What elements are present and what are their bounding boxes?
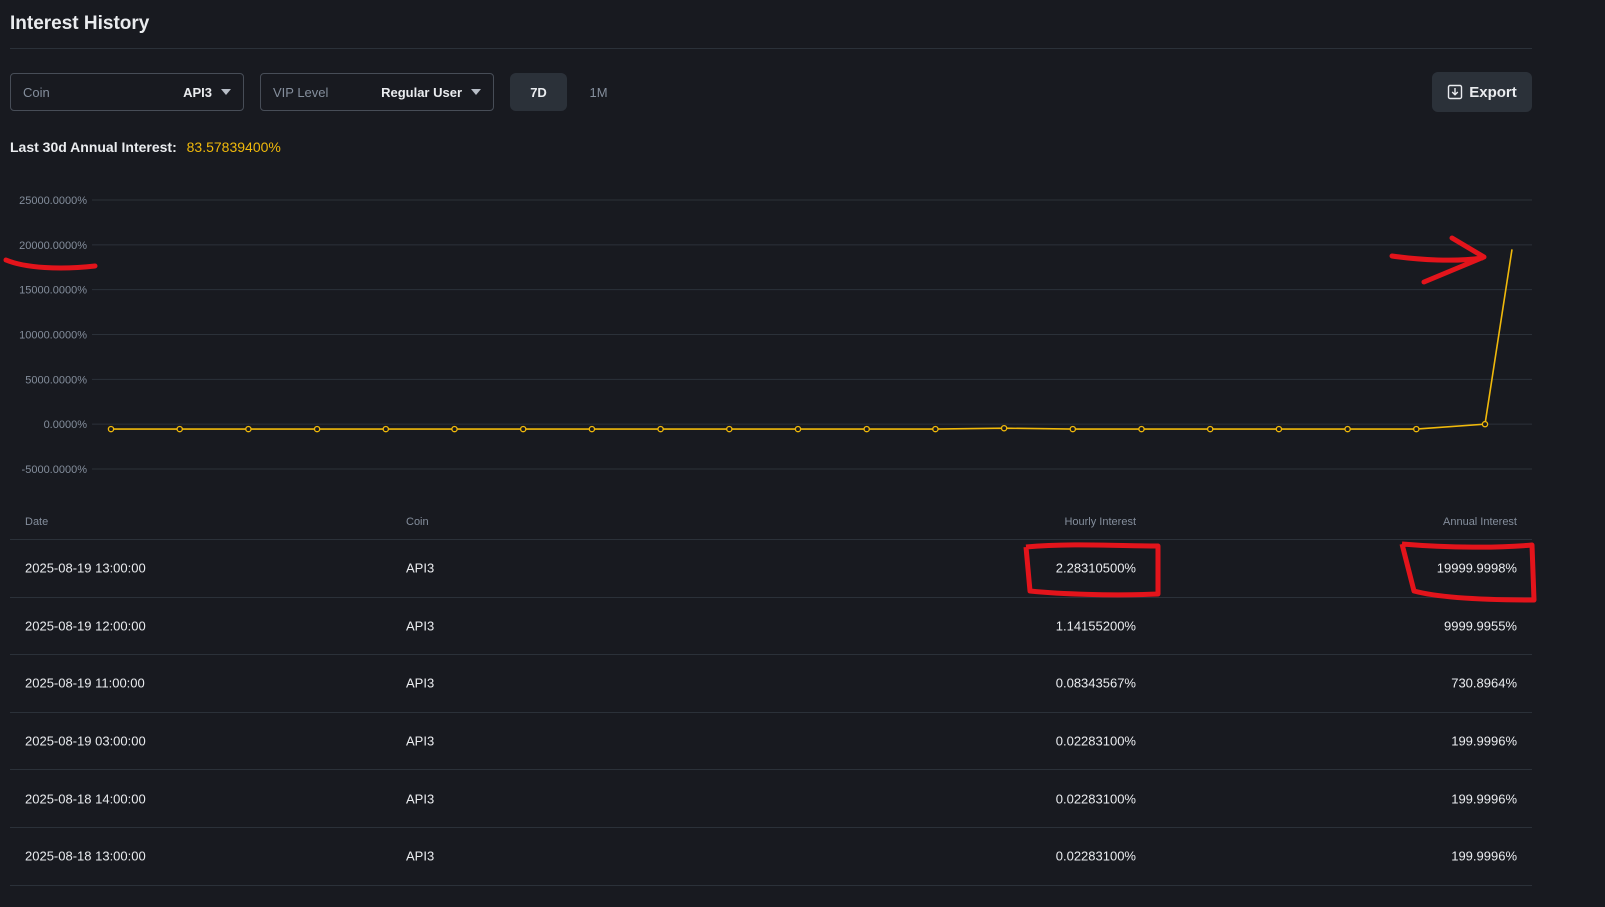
cell-coin: API3 (406, 675, 435, 691)
cell-coin: API3 (406, 733, 435, 749)
interest-table: Date Coin Hourly Interest Annual Interes… (10, 505, 1532, 886)
chart-data-point[interactable] (1481, 420, 1489, 428)
vip-level-value: Regular User (381, 84, 462, 100)
cell-annual-interest: 199.9996% (1451, 848, 1517, 864)
chart-series-line (111, 249, 1513, 430)
summary-value: 83.57839400% (186, 139, 281, 155)
chart-data-point[interactable] (1000, 424, 1008, 432)
cell-annual-interest: 199.9996% (1451, 791, 1517, 807)
cell-date: 2025-08-19 13:00:00 (25, 560, 146, 576)
y-axis-tick-label: -5000.0000% (22, 464, 88, 476)
cell-annual-interest: 9999.9955% (1443, 618, 1517, 634)
chart-data-point[interactable] (932, 425, 939, 433)
y-axis-tick-label: 5000.0000% (25, 374, 87, 386)
chart-data-point[interactable] (1344, 425, 1351, 433)
cell-coin: API3 (406, 848, 435, 864)
page-title: Interest History (10, 13, 150, 34)
chart-data-point[interactable] (176, 425, 183, 433)
export-icon (1448, 84, 1463, 100)
cell-coin: API3 (406, 791, 435, 807)
table-row: 2025-08-18 13:00:00 API3 0.02283100% 199… (10, 828, 1532, 886)
chart-data-point[interactable] (519, 425, 527, 433)
chart-data-point[interactable] (451, 425, 458, 433)
chart-data-point[interactable] (1413, 425, 1420, 433)
cell-hourly-interest: 0.08343567% (1055, 675, 1136, 691)
caret-down-icon (471, 89, 481, 95)
chart-data-point[interactable] (794, 425, 802, 433)
chart-data-point[interactable] (657, 425, 664, 433)
title-divider (10, 48, 1532, 49)
chart-data-point[interactable] (107, 425, 115, 433)
chart-data-point[interactable] (313, 425, 321, 433)
chart-data-point[interactable] (245, 425, 252, 433)
y-axis-tick-label: 15000.0000% (19, 285, 87, 297)
table-row: 2025-08-19 13:00:00 API3 2.28310500% 199… (10, 540, 1532, 598)
cell-coin: API3 (406, 618, 435, 634)
column-header-hourly-interest: Hourly Interest (1064, 516, 1136, 528)
table-row: 2025-08-19 12:00:00 API3 1.14155200% 999… (10, 598, 1532, 656)
range-1m-button[interactable]: 1M (570, 73, 627, 111)
chart-data-point[interactable] (1275, 425, 1283, 433)
cell-date: 2025-08-18 13:00:00 (25, 848, 146, 864)
chart-data-point[interactable] (382, 425, 390, 433)
cell-hourly-interest: 0.02283100% (1055, 848, 1136, 864)
interest-chart-svg: 25000.0000% 20000.0000% 15000.0000% 10000.0… (19, 195, 1532, 476)
table-row: 2025-08-19 03:00:00 API3 0.02283100% 199… (10, 713, 1532, 771)
cell-date: 2025-08-19 12:00:00 (25, 618, 146, 634)
cell-date: 2025-08-19 11:00:00 (25, 675, 145, 691)
chart-data-point[interactable] (1206, 425, 1214, 433)
range-7d-button[interactable]: 7D (510, 73, 567, 111)
cell-annual-interest: 199.9996% (1451, 733, 1517, 749)
table-row: 2025-08-19 11:00:00 API3 0.08343567% 730… (10, 655, 1532, 713)
cell-annual-interest: 19999.9998% (1436, 560, 1517, 576)
interest-chart: 25000.0000% 20000.0000% 15000.0000% 10000.0… (0, 180, 1605, 490)
chart-data-point[interactable] (726, 425, 733, 433)
annual-interest-summary: Last 30d Annual Interest: 83.57839400% (10, 139, 281, 155)
cell-date: 2025-08-19 03:00:00 (25, 733, 146, 749)
y-axis-tick-label: 0.0000% (44, 419, 88, 431)
y-axis-tick-label: 10000.0000% (19, 330, 87, 342)
cell-hourly-interest: 0.02283100% (1055, 733, 1136, 749)
cell-coin: API3 (406, 560, 435, 576)
y-axis-tick-label: 25000.0000% (19, 195, 87, 207)
y-axis-tick-label: 20000.0000% (19, 240, 87, 252)
table-header: Date Coin Hourly Interest Annual Interes… (10, 505, 1532, 540)
cell-hourly-interest: 2.28310500% (1055, 560, 1136, 576)
column-header-annual-interest: Annual Interest (1443, 516, 1517, 528)
chart-data-point[interactable] (588, 425, 596, 433)
vip-level-select[interactable]: VIP Level Regular User (260, 73, 494, 111)
coin-select-value: API3 (183, 84, 212, 100)
cell-annual-interest: 730.8964% (1451, 675, 1517, 691)
chart-data-point[interactable] (1069, 425, 1077, 433)
table-row: 2025-08-18 14:00:00 API3 0.02283100% 199… (10, 770, 1532, 828)
coin-select-label: Coin (23, 84, 50, 100)
caret-down-icon (221, 89, 231, 95)
vip-level-label: VIP Level (273, 84, 329, 100)
coin-select[interactable]: Coin API3 (10, 73, 244, 111)
column-header-date: Date (25, 516, 49, 528)
export-button[interactable]: Export (1432, 72, 1532, 112)
cell-hourly-interest: 0.02283100% (1055, 791, 1136, 807)
cell-date: 2025-08-18 14:00:00 (25, 791, 146, 807)
cell-hourly-interest: 1.14155200% (1055, 618, 1136, 634)
chart-data-point[interactable] (863, 425, 870, 433)
chart-data-point[interactable] (1138, 425, 1145, 433)
summary-label: Last 30d Annual Interest: (10, 139, 177, 155)
column-header-coin: Coin (406, 516, 429, 528)
export-label: Export (1469, 83, 1517, 101)
